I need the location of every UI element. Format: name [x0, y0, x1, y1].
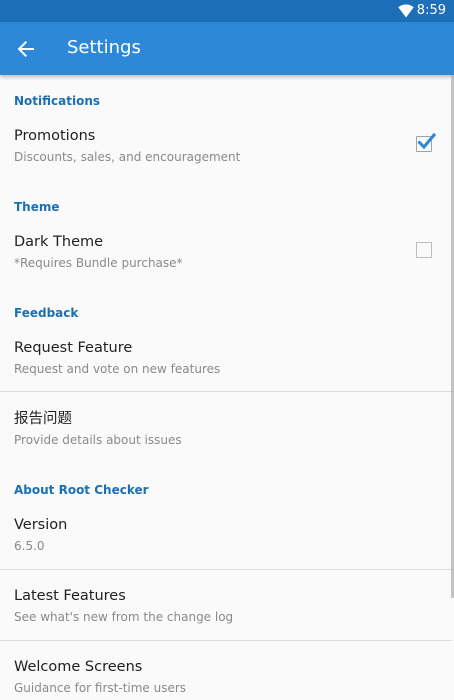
section-header-feedback: Feedback: [14, 306, 79, 320]
pref-summary: Request and vote on new features: [14, 362, 221, 376]
pref-dark-theme[interactable]: Dark Theme *Requires Bundle purchase*: [0, 232, 454, 284]
divider: [0, 391, 452, 392]
pref-report-issue[interactable]: 报告问题 Provide details about issues: [0, 409, 454, 459]
pref-version[interactable]: Version 6.5.0: [0, 515, 454, 565]
dark-theme-checkbox[interactable]: [416, 242, 432, 258]
wifi-icon: [398, 4, 414, 18]
pref-title: Latest Features: [14, 588, 126, 604]
pref-summary: 6.5.0: [14, 539, 45, 553]
promotions-checkbox[interactable]: [416, 132, 436, 152]
pref-summary: See what's new from the change log: [14, 610, 234, 624]
app-bar: Settings: [0, 22, 454, 75]
status-bar: 8:59: [0, 0, 454, 22]
pref-title: Promotions: [14, 128, 96, 144]
pref-summary: Discounts, sales, and encouragement: [14, 150, 241, 164]
pref-title: Version: [14, 517, 68, 533]
pref-title: Welcome Screens: [14, 659, 143, 675]
arrow-back-icon[interactable]: [15, 38, 37, 60]
divider: [0, 640, 452, 641]
pref-welcome-screens[interactable]: Welcome Screens Guidance for first-time …: [0, 657, 454, 700]
pref-latest-features[interactable]: Latest Features See what's new from the …: [0, 586, 454, 636]
section-header-notifications: Notifications: [14, 94, 101, 108]
divider: [0, 569, 452, 570]
status-time: 8:59: [416, 3, 446, 18]
pref-summary: Provide details about issues: [14, 433, 182, 447]
pref-summary: Guidance for first-time users: [14, 681, 187, 695]
section-header-about: About Root Checker: [14, 483, 149, 497]
pref-title: Request Feature: [14, 340, 133, 356]
section-header-theme: Theme: [14, 200, 60, 214]
page-title: Settings: [67, 37, 141, 58]
pref-title: 报告问题: [14, 411, 72, 427]
pref-promotions[interactable]: Promotions Discounts, sales, and encoura…: [0, 126, 454, 178]
pref-request-feature[interactable]: Request Feature Request and vote on new …: [0, 338, 454, 388]
pref-title: Dark Theme: [14, 234, 104, 250]
pref-summary: *Requires Bundle purchase*: [14, 256, 183, 270]
checkmark-icon: [417, 132, 436, 150]
